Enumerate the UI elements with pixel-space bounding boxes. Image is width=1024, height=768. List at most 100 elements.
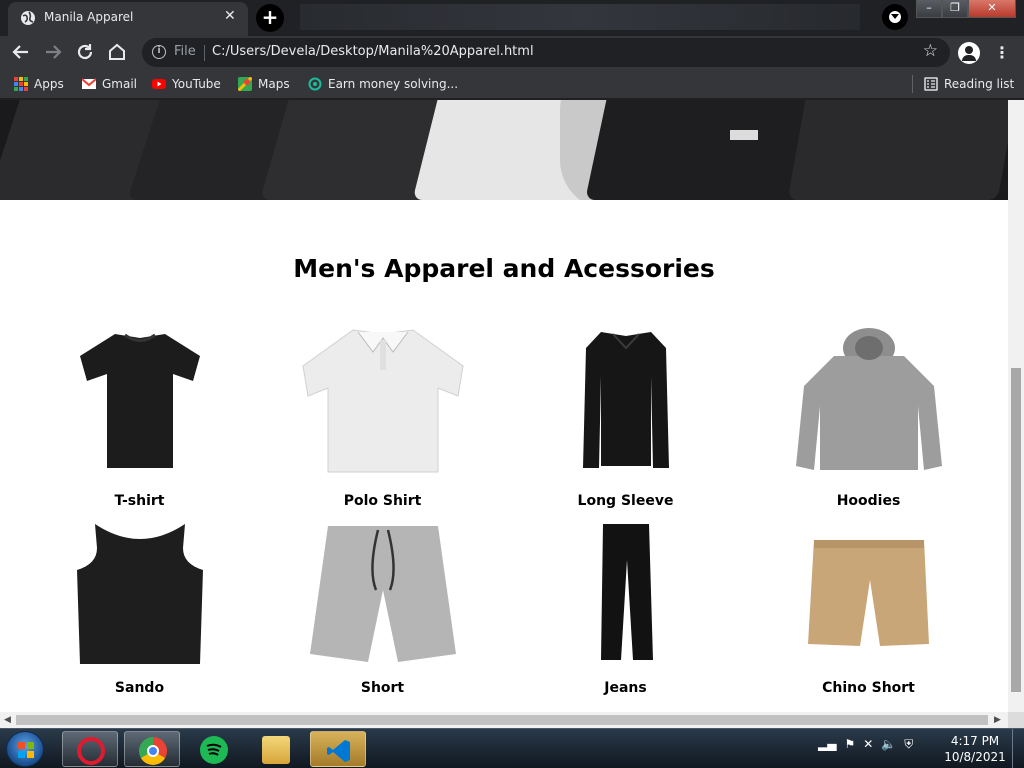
bookmark-label: YouTube [172,77,221,91]
maximize-button[interactable]: ❐ [942,0,968,18]
polo-shirt-image [301,329,464,473]
gmail-icon [82,78,96,89]
tab-manila-apparel[interactable]: Manila Apparel ✕ [8,2,248,36]
address-bar[interactable]: i File C:/Users/Devela/Desktop/Manila%20… [142,38,950,67]
bookmark-label: Earn money solving... [328,77,459,91]
taskbar-spotify[interactable] [186,731,242,767]
reading-list-button[interactable]: Reading list [924,76,1014,92]
taskbar-vscode[interactable] [310,731,366,767]
address-separator [204,45,205,61]
reading-list-label: Reading list [944,77,1015,91]
close-window-button[interactable]: ✕ [968,0,1016,18]
window-controls: – ❐ ✕ [916,0,1020,20]
back-icon[interactable] [10,41,32,63]
windows-logo-icon [18,742,34,758]
chrome-icon [139,737,167,765]
bookmark-label: Gmail [102,77,138,91]
tab-search-dropdown-icon[interactable] [882,4,908,30]
security-shield-icon[interactable]: ⛨ [904,737,913,752]
clock-date: 10/8/2021 [944,750,1006,764]
vscode-icon [325,737,353,765]
bookmark-gmail[interactable]: Gmail [82,76,137,92]
apps-grid-icon [14,77,28,91]
bookmark-earn-money[interactable]: Earn money solving... [308,76,458,92]
product-card-jeans[interactable]: Jeans [504,516,747,704]
taskbar-opera[interactable] [62,731,118,767]
tshirt-image [79,333,200,468]
browser-toolbar: i File C:/Users/Devela/Desktop/Manila%20… [0,36,1024,69]
scrollbar-corner [1008,712,1024,728]
product-name: Long Sleeve [577,493,674,509]
globe-icon [21,11,35,25]
taskbar-chrome[interactable] [124,731,180,767]
product-card-tshirt[interactable]: T-shirt [18,322,261,510]
product-grid: T-shirt Polo Shirt Long Sleeve Hoodies S… [18,322,990,704]
kebab-menu-icon[interactable]: ⋮ [994,42,1010,64]
bookmark-maps[interactable]: Maps [238,76,290,92]
network-status-icon[interactable]: ✕ [863,737,873,752]
product-name: Short [360,680,405,696]
scroll-left-icon[interactable]: ◀ [4,715,11,725]
taskbar-file-explorer[interactable] [248,731,304,767]
site-info-icon[interactable]: i [152,45,166,59]
bookmark-label: Apps [34,77,64,91]
reading-list-icon [924,77,938,91]
spotify-icon [200,736,228,764]
tab-title: Manila Apparel [44,10,134,24]
bookmarks-bar: Apps Gmail YouTube Maps Earn money solvi… [0,69,1024,99]
vertical-scrollbar[interactable] [1008,100,1024,712]
bookmark-star-icon[interactable]: ☆ [923,41,938,61]
home-icon[interactable] [106,41,128,63]
action-center-flag-icon[interactable]: ⚑ [844,737,855,752]
sando-image [76,524,203,664]
start-button[interactable] [6,731,44,767]
minimize-button[interactable]: – [916,0,942,18]
maps-icon [238,77,252,91]
folder-icon [262,736,290,764]
tab-close-icon[interactable]: ✕ [224,8,236,24]
product-name: T-shirt [114,493,165,509]
new-tab-button[interactable]: + [256,4,284,32]
bookmark-youtube[interactable]: YouTube [152,76,221,92]
system-tray: ▂▄ ⚑ ✕ 🔈 ⛨ [818,737,913,752]
long-sleeve-image [582,332,669,468]
browser-titlebar: Manila Apparel ✕ + – ❐ ✕ [0,0,1024,36]
product-card-hoodies[interactable]: Hoodies [747,322,990,510]
volume-icon[interactable]: 🔈 [881,737,896,752]
reload-icon[interactable] [74,41,96,63]
bookmark-apps[interactable]: Apps [14,76,64,92]
show-desktop-button[interactable] [1012,729,1024,768]
hero-banner-image [0,100,1008,200]
clock-time: 4:17 PM [950,734,1000,748]
horizontal-scroll-thumb[interactable] [16,715,988,725]
product-card-chino-short[interactable]: Chino Short [747,516,990,704]
short-image [309,526,456,662]
product-name: Sando [114,680,165,696]
product-name: Jeans [604,680,647,696]
background-window-title [300,4,860,30]
url-text[interactable]: C:/Users/Devela/Desktop/Manila%20Apparel… [212,44,534,59]
product-name: Polo Shirt [343,493,422,509]
product-card-short[interactable]: Short [261,516,504,704]
product-card-long-sleeve[interactable]: Long Sleeve [504,322,747,510]
forward-icon[interactable] [42,41,64,63]
vertical-scroll-thumb[interactable] [1011,368,1021,692]
page-title: Men's Apparel and Acessories [293,254,715,283]
profile-icon[interactable] [958,42,980,64]
bookmark-label: Maps [258,77,290,91]
product-card-polo-shirt[interactable]: Polo Shirt [261,322,504,510]
opera-icon [77,737,105,765]
network-signal-icon[interactable]: ▂▄ [818,737,836,752]
page-viewport: Men's Apparel and Acessories T-shirt Pol… [0,100,1008,712]
hoodie-image [795,328,942,470]
scroll-right-icon[interactable]: ▶ [994,715,1001,725]
bookmark-site-icon [308,77,322,91]
bookmarks-separator [912,75,913,93]
horizontal-scrollbar[interactable]: ◀ ▶ [0,712,1008,728]
jeans-image [600,524,653,660]
product-card-sando[interactable]: Sando [18,516,261,704]
product-name: Chino Short [822,680,915,696]
taskbar-clock[interactable]: 4:17 PM 10/8/2021 [944,733,1006,765]
youtube-icon [152,79,166,89]
scheme-label: File [174,44,196,59]
